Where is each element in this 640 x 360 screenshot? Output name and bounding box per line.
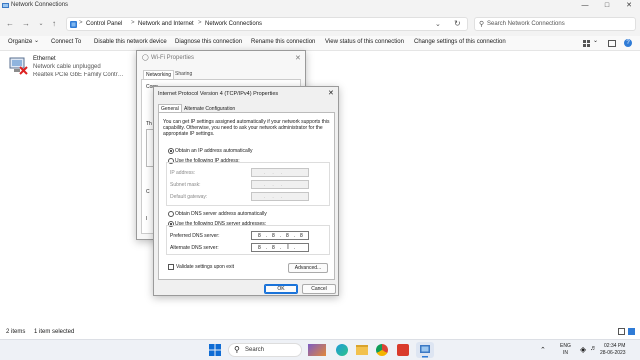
search-box[interactable]: ⚲ Search Network Connections: [474, 17, 636, 31]
forward-icon[interactable]: →: [20, 18, 32, 30]
preferred-dns-label: Preferred DNS server:: [170, 233, 220, 239]
chrome-icon[interactable]: [376, 344, 388, 356]
widgets-icon[interactable]: [308, 344, 326, 356]
up-icon[interactable]: ↑: [48, 18, 60, 30]
wifi-icon: ◯: [142, 55, 149, 61]
search-input[interactable]: Search Network Connections: [487, 21, 565, 27]
wifi-label-i: I: [146, 216, 148, 222]
start-icon[interactable]: [209, 344, 221, 356]
address-field[interactable]: > Control Panel > Network and Internet >…: [66, 17, 468, 31]
view-status-button[interactable]: View status of this connection: [325, 39, 404, 45]
taskbar-search-label: Search: [245, 347, 265, 353]
chevron-down-icon[interactable]: ⌄: [593, 37, 598, 44]
validate-checkbox[interactable]: [168, 264, 174, 270]
wifi-label-th: Th: [146, 121, 152, 127]
region-indicator: IN: [563, 350, 568, 356]
cancel-button[interactable]: Cancel: [302, 284, 336, 294]
app-icon-red[interactable]: [397, 344, 409, 356]
close-icon[interactable]: ✕: [328, 89, 334, 97]
alternate-dns-field[interactable]: 8 . 8 . .: [251, 243, 309, 252]
tab-networking[interactable]: Networking: [143, 70, 175, 79]
connect-to-button[interactable]: Connect To: [51, 39, 81, 45]
chevron-down-icon[interactable]: ⌄: [34, 37, 39, 44]
text-cursor-icon: I: [287, 244, 289, 251]
alternate-dns-label: Alternate DNS server:: [170, 245, 219, 251]
default-gateway-label: Default gateway:: [170, 194, 208, 200]
chevron-down-icon[interactable]: ⌄: [435, 20, 441, 28]
tiles-view-icon[interactable]: [628, 328, 635, 335]
wifi-icon[interactable]: ◈: [580, 345, 586, 354]
tab-sharing[interactable]: Sharing: [175, 71, 192, 77]
item-count: 2 items: [6, 329, 26, 335]
obtain-ip-auto-label: Obtain an IP address automatically: [175, 148, 253, 154]
wifi-label-c: C: [146, 189, 150, 195]
rename-button[interactable]: Rename this connection: [251, 39, 315, 45]
advanced-button[interactable]: Advanced...: [288, 263, 328, 273]
network-folder-icon: [2, 2, 9, 9]
close-icon[interactable]: ✕: [618, 0, 640, 12]
taskbar: ⚲ Search ⌃ ENG IN ◈ ♬ 02:34 PM 28-06-202…: [0, 339, 640, 360]
search-icon: ⚲: [479, 21, 485, 28]
ipv4-properties-dialog: Internet Protocol Version 4 (TCP/IPv4) P…: [153, 86, 339, 296]
close-icon[interactable]: ✕: [295, 54, 301, 62]
file-explorer-icon[interactable]: [356, 345, 368, 355]
help-icon[interactable]: ?: [624, 39, 632, 47]
validate-label: Validate settings upon exit: [176, 264, 235, 270]
edge-icon[interactable]: [336, 344, 348, 356]
subnet-mask-label: Subnet mask:: [170, 182, 201, 188]
chevron-down-icon[interactable]: ⌄: [35, 18, 47, 30]
ip-address-label: IP address:: [170, 170, 196, 176]
command-bar: Organize ⌄ Connect To Disable this netwo…: [0, 36, 640, 51]
maximize-icon[interactable]: □: [596, 0, 618, 12]
diagnose-button[interactable]: Diagnose this connection: [175, 39, 242, 45]
volume-icon[interactable]: ♬: [590, 345, 597, 352]
preferred-dns-field[interactable]: 8 . 8 . 8 . 8: [251, 231, 309, 240]
clock-time[interactable]: 02:34 PM: [604, 343, 625, 349]
taskbar-search[interactable]: ⚲ Search: [228, 343, 302, 357]
ipv4-dialog-title: Internet Protocol Version 4 (TCP/IPv4) P…: [158, 91, 279, 97]
minimize-icon[interactable]: —: [574, 0, 596, 12]
network-connections-taskbar-icon[interactable]: [416, 342, 434, 358]
default-gateway-field[interactable]: . . .: [251, 192, 309, 201]
ok-button[interactable]: OK: [264, 284, 298, 294]
selected-count: 1 item selected: [34, 329, 75, 335]
tab-general[interactable]: General: [158, 104, 182, 112]
ip-address-field[interactable]: . . .: [251, 168, 309, 177]
status-bar: 2 items 1 item selected: [0, 325, 640, 339]
search-icon: ⚲: [234, 345, 240, 354]
ethernet-status: Network cable unplugged: [33, 64, 101, 70]
disable-device-button[interactable]: Disable this network device: [94, 39, 167, 45]
clock-date[interactable]: 28-06-2023: [600, 350, 626, 356]
window-titlebar: Network Connections — □ ✕: [0, 0, 640, 12]
ethernet-connection[interactable]: Ethernet Network cable unplugged Realtek…: [6, 54, 127, 80]
breadcrumb-control-panel[interactable]: Control Panel: [86, 21, 122, 27]
view-options-icon[interactable]: [583, 40, 590, 47]
subnet-mask-field[interactable]: . . .: [251, 180, 309, 189]
control-panel-icon: [70, 21, 77, 28]
language-indicator[interactable]: ENG: [560, 343, 571, 349]
refresh-icon[interactable]: ↻: [454, 19, 461, 28]
window-title: Network Connections: [11, 2, 69, 8]
ethernet-adapter-icon: [8, 57, 28, 75]
change-settings-button[interactable]: Change settings of this connection: [414, 39, 506, 45]
breadcrumb-network-connections[interactable]: Network Connections: [205, 21, 262, 27]
ethernet-name: Ethernet: [33, 56, 56, 62]
organize-menu[interactable]: Organize: [8, 39, 32, 45]
back-icon[interactable]: ←: [4, 18, 16, 30]
preview-pane-icon[interactable]: [608, 40, 616, 47]
breadcrumb-network-internet[interactable]: Network and Internet: [138, 21, 194, 27]
ip-description: You can get IP settings assigned automat…: [163, 119, 330, 137]
obtain-ip-auto-radio[interactable]: [168, 148, 174, 154]
obtain-dns-auto-label: Obtain DNS server address automatically: [175, 211, 267, 217]
wifi-dialog-title: Wi-Fi Properties: [151, 55, 195, 61]
details-view-icon[interactable]: [618, 328, 625, 335]
address-bar-row: ← → ⌄ ↑ > Control Panel > Network and In…: [0, 12, 640, 36]
ethernet-adapter: Realtek PCIe GbE Family Controller: [33, 72, 127, 78]
chevron-up-icon[interactable]: ⌃: [540, 346, 546, 354]
obtain-dns-auto-radio[interactable]: [168, 211, 174, 217]
